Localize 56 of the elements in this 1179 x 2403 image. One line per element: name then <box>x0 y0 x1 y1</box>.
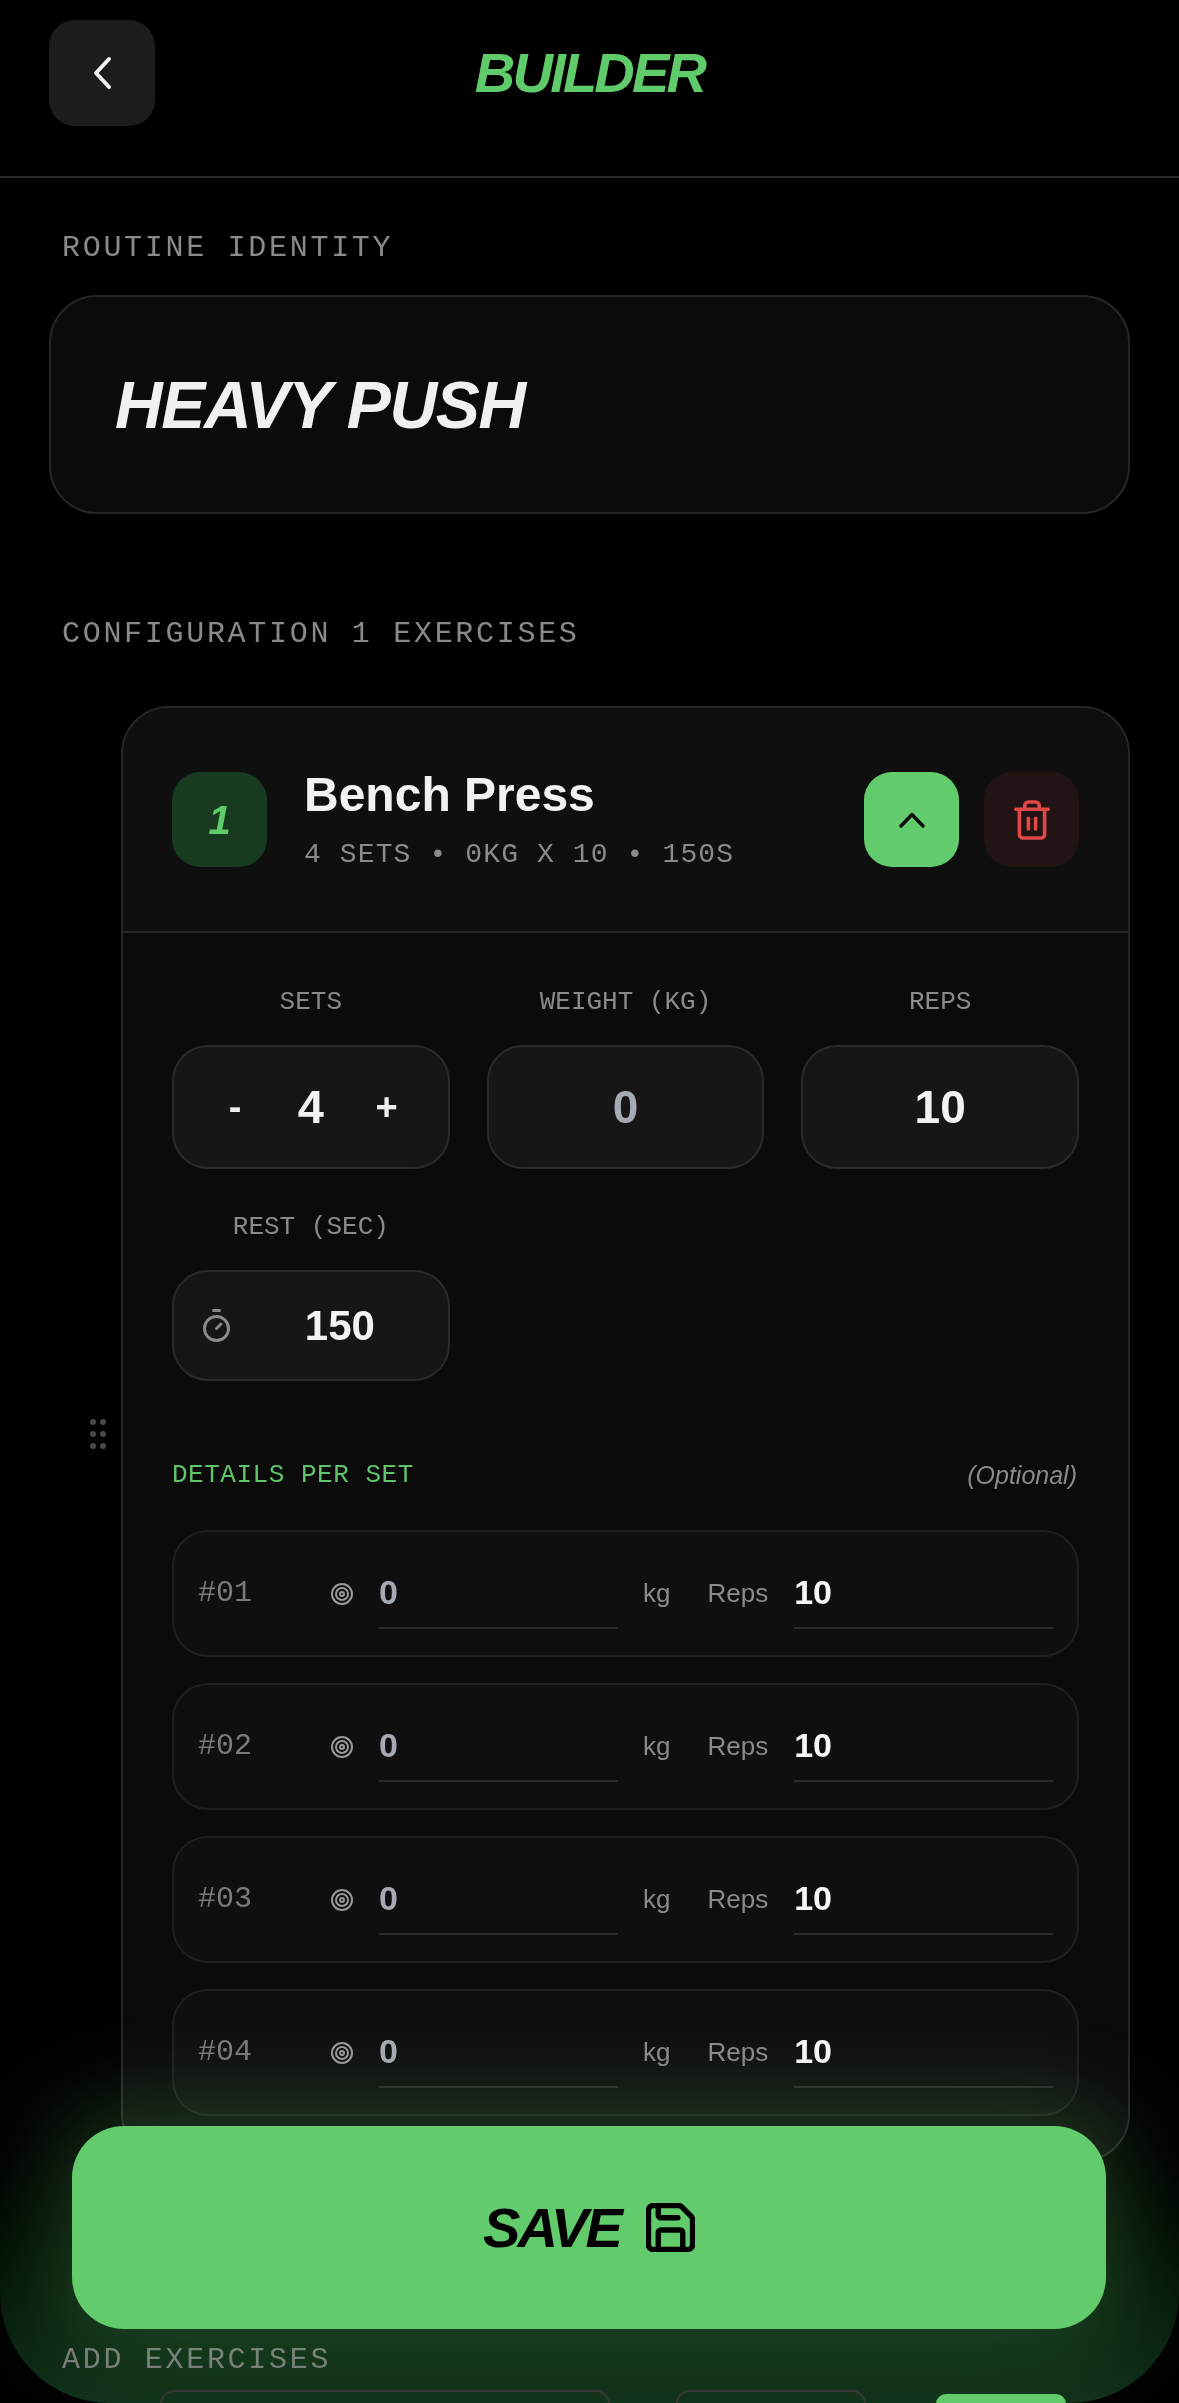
set-number: #02 <box>198 1728 253 1765</box>
chevron-left-icon <box>92 56 112 90</box>
target-icon <box>331 1888 353 1911</box>
details-title: DETAILS PER SET <box>172 1459 414 1491</box>
target-icon <box>331 1735 353 1758</box>
number-field[interactable]: 0 <box>486 1045 765 1169</box>
exercise-summary: 4 SETS • 0KG X 10 • 150S <box>304 838 736 872</box>
weight-input[interactable]: 0 <box>379 1558 618 1629</box>
input-field[interactable] <box>160 2390 610 2403</box>
target-icon <box>331 1582 353 1605</box>
reps-label: Reps <box>707 2036 769 2069</box>
sets-stepper[interactable]: - 4 + <box>172 1045 450 1169</box>
page-title: BUILDER <box>474 45 705 101</box>
reps-label: Reps <box>707 1577 769 1610</box>
increment-button[interactable]: + <box>361 1078 412 1136</box>
number-field[interactable]: 10 <box>801 1045 1079 1169</box>
unit-label: kg <box>643 1730 671 1763</box>
stepper-value: 4 <box>296 1078 325 1135</box>
chevron-up-icon <box>898 811 925 828</box>
section-label: CONFIGURATION 1 EXERCISES <box>61 616 581 652</box>
set-number: #03 <box>198 1881 253 1918</box>
delete-button[interactable] <box>984 772 1079 867</box>
weight-input[interactable]: 0 <box>379 1864 618 1935</box>
field-label: WEIGHT (KG) <box>539 986 712 1018</box>
section-label: ROUTINE IDENTITY <box>61 230 395 266</box>
field-label: SETS <box>279 986 343 1018</box>
routine-name-field[interactable]: HEAVY PUSH <box>49 295 1130 514</box>
weight-input[interactable]: 0 <box>379 1711 618 1782</box>
reps-input[interactable]: 10 <box>794 2017 1053 2088</box>
field-label: REPS <box>908 986 972 1018</box>
decrement-button[interactable]: - <box>210 1078 260 1136</box>
unit-label: kg <box>643 2036 671 2069</box>
optional-note: (Optional) <box>967 1460 1078 1491</box>
unit-label: kg <box>643 1883 671 1916</box>
action-button[interactable] <box>936 2394 1066 2403</box>
weight-input[interactable]: 0 <box>379 2017 618 2088</box>
exercise-number: 1 <box>172 772 267 867</box>
reps-label: Reps <box>707 1730 769 1763</box>
set-number: #04 <box>198 2034 253 2071</box>
collapse-button[interactable] <box>864 772 959 867</box>
reps-input[interactable]: 10 <box>794 1711 1053 1782</box>
field-label: REST (SEC) <box>232 1211 389 1243</box>
trash-icon <box>1013 799 1050 840</box>
timer-icon <box>203 1309 230 1342</box>
drag-handle-icon[interactable] <box>90 1419 106 1449</box>
save-button[interactable]: SAVE <box>72 2126 1106 2329</box>
unit-label: kg <box>643 1577 671 1610</box>
set-number: #01 <box>198 1575 253 1612</box>
exercise-name: Bench Press <box>304 767 596 823</box>
reps-input[interactable]: 10 <box>794 1558 1053 1629</box>
reps-input[interactable]: 10 <box>794 1864 1053 1935</box>
input-field[interactable] <box>676 2390 866 2403</box>
section-label: ADD EXERCISES <box>62 2342 332 2378</box>
reps-label: Reps <box>707 1883 769 1916</box>
rest-field[interactable]: 150 <box>172 1270 450 1381</box>
target-icon <box>331 2041 353 2064</box>
